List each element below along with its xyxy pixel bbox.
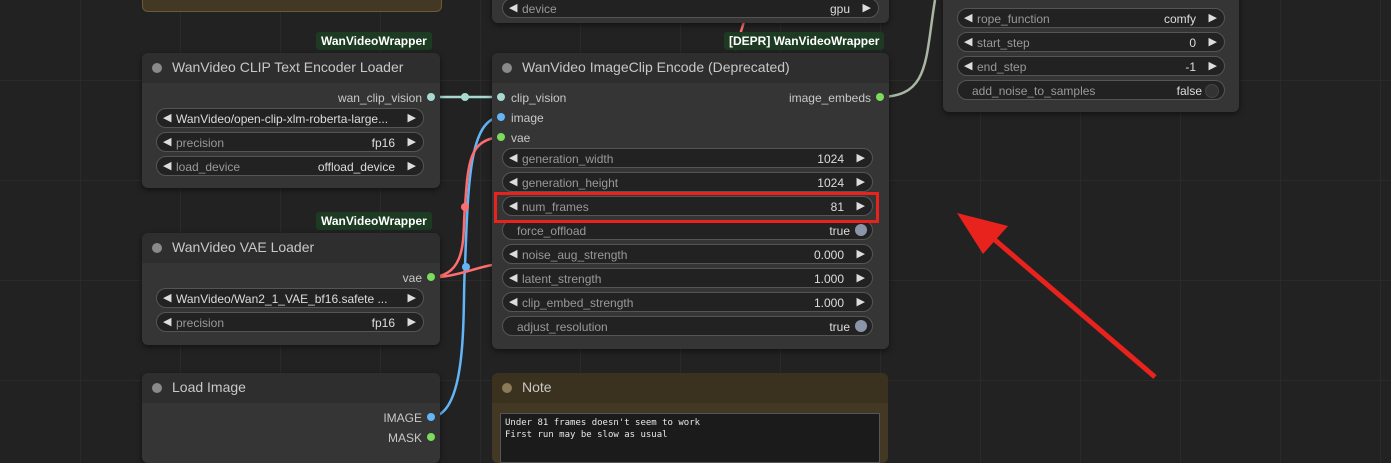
node-title: Note [522,379,552,395]
note-line-2: First run may be slow as usual [505,430,668,440]
note-node[interactable]: Note Under 81 frames doesn't seem to wor… [492,373,888,463]
collapse-dot-icon[interactable] [502,383,512,393]
note-line-1: Under 81 frames doesn't seem to work [505,418,701,428]
note-textarea[interactable]: Under 81 frames doesn't seem to work Fir… [500,413,880,463]
node-title-bar[interactable]: Note [492,373,888,403]
